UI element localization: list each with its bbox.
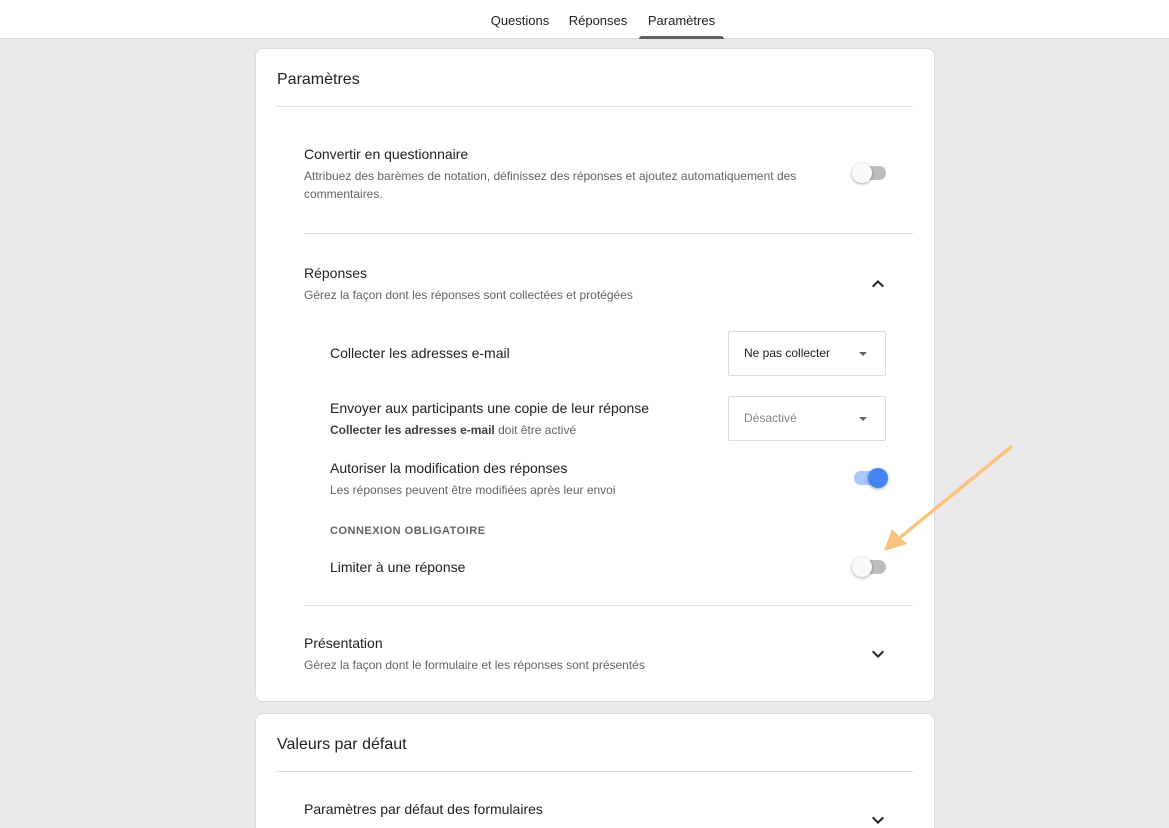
send-copy-label: Envoyer aux participants une copie de le… — [330, 400, 650, 416]
settings-card: Paramètres Convertir en questionnaire At… — [255, 48, 935, 702]
chevron-down-icon[interactable] — [866, 808, 890, 828]
send-copy-desc-rest: doit être activé — [494, 423, 577, 437]
quiz-description: Attribuez des barèmes de notation, défin… — [304, 169, 797, 201]
toggle-thumb — [852, 163, 872, 183]
collect-email-label: Collecter les adresses e-mail — [330, 345, 510, 361]
tab-settings[interactable]: Paramètres — [639, 0, 724, 39]
divider — [277, 771, 913, 772]
chevron-up-icon[interactable] — [866, 272, 890, 296]
send-copy-selected: Désactivé — [744, 411, 797, 425]
tab-questions[interactable]: Questions — [484, 0, 556, 39]
presentation-title: Présentation — [304, 635, 383, 651]
send-copy-description: Collecter les adresses e-mail doit être … — [330, 421, 576, 439]
responses-section-title: Réponses — [304, 265, 368, 281]
quiz-toggle[interactable] — [852, 163, 888, 183]
annotation-arrow-icon — [884, 445, 1013, 551]
defaults-card-title: Valeurs par défaut — [277, 736, 407, 753]
top-tab-bar: Questions Réponses Paramètres — [0, 0, 1169, 39]
form-defaults-title: Paramètres par défaut des formulaires — [304, 801, 543, 817]
limit-one-toggle[interactable] — [852, 557, 888, 577]
divider — [304, 605, 913, 606]
send-copy-desc-bold: Collecter les adresses e-mail — [330, 423, 495, 437]
limit-one-label: Limiter à une réponse — [330, 559, 466, 575]
login-required-header: CONNEXION OBLIGATOIRE — [330, 525, 486, 537]
defaults-card: Valeurs par défaut Paramètres par défaut… — [255, 713, 935, 828]
allow-edit-label: Autoriser la modification des réponses — [330, 460, 568, 476]
divider — [304, 233, 913, 234]
quiz-title: Convertir en questionnaire — [304, 146, 469, 162]
responses-section-description: Gérez la façon dont les réponses sont co… — [304, 288, 633, 302]
presentation-description: Gérez la façon dont le formulaire et les… — [304, 658, 645, 672]
toggle-thumb — [852, 557, 872, 577]
dropdown-arrow-icon — [859, 417, 867, 421]
divider — [277, 106, 913, 107]
collect-email-selected: Ne pas collecter — [744, 346, 831, 360]
chevron-down-icon[interactable] — [866, 642, 890, 666]
allow-edit-description: Les réponses peuvent être modifiées aprè… — [330, 483, 616, 497]
collect-email-dropdown[interactable]: Ne pas collecter — [728, 331, 886, 376]
tab-responses[interactable]: Réponses — [564, 0, 632, 39]
send-copy-dropdown[interactable]: Désactivé — [728, 396, 886, 441]
dropdown-arrow-icon — [859, 352, 867, 356]
settings-card-title: Paramètres — [277, 71, 360, 88]
